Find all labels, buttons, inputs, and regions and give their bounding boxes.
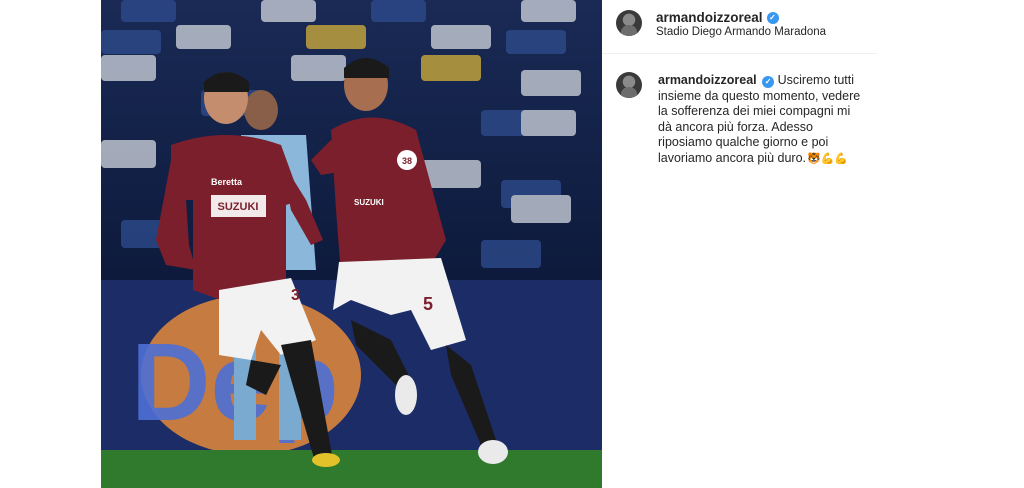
post-side-panel: armandoizzoreal ✓ Stadio Diego Armando M…: [602, 0, 877, 488]
post-caption: armandoizzoreal ✓ Usciremo tutti insieme…: [658, 73, 863, 167]
post-header: armandoizzoreal ✓ Stadio Diego Armando M…: [602, 0, 877, 54]
caption-avatar[interactable]: [616, 72, 642, 98]
sleeve-patch: 38: [402, 156, 412, 166]
sponsor-main-left: SUZUKI: [218, 201, 259, 213]
username-link[interactable]: armandoizzoreal: [656, 10, 763, 25]
sponsor-main-right: SUZUKI: [354, 198, 384, 207]
player-number-left: 3: [291, 287, 300, 304]
sponsor-left: Beretta: [211, 177, 243, 187]
avatar[interactable]: [616, 10, 642, 36]
verified-badge-icon: ✓: [766, 11, 779, 24]
caption-username-link[interactable]: armandoizzoreal: [658, 73, 757, 87]
player-number-right: 5: [423, 294, 433, 314]
post-photo[interactable]: Dep SUZUKI Beretta 3: [101, 0, 602, 488]
verified-badge-icon: ✓: [762, 76, 775, 88]
post-author: armandoizzoreal ✓: [656, 10, 779, 25]
location-link[interactable]: Stadio Diego Armando Maradona: [656, 26, 826, 38]
football-celebration-image: Dep SUZUKI Beretta 3: [101, 0, 602, 488]
caption-emojis: 🐯💪💪: [807, 152, 849, 165]
